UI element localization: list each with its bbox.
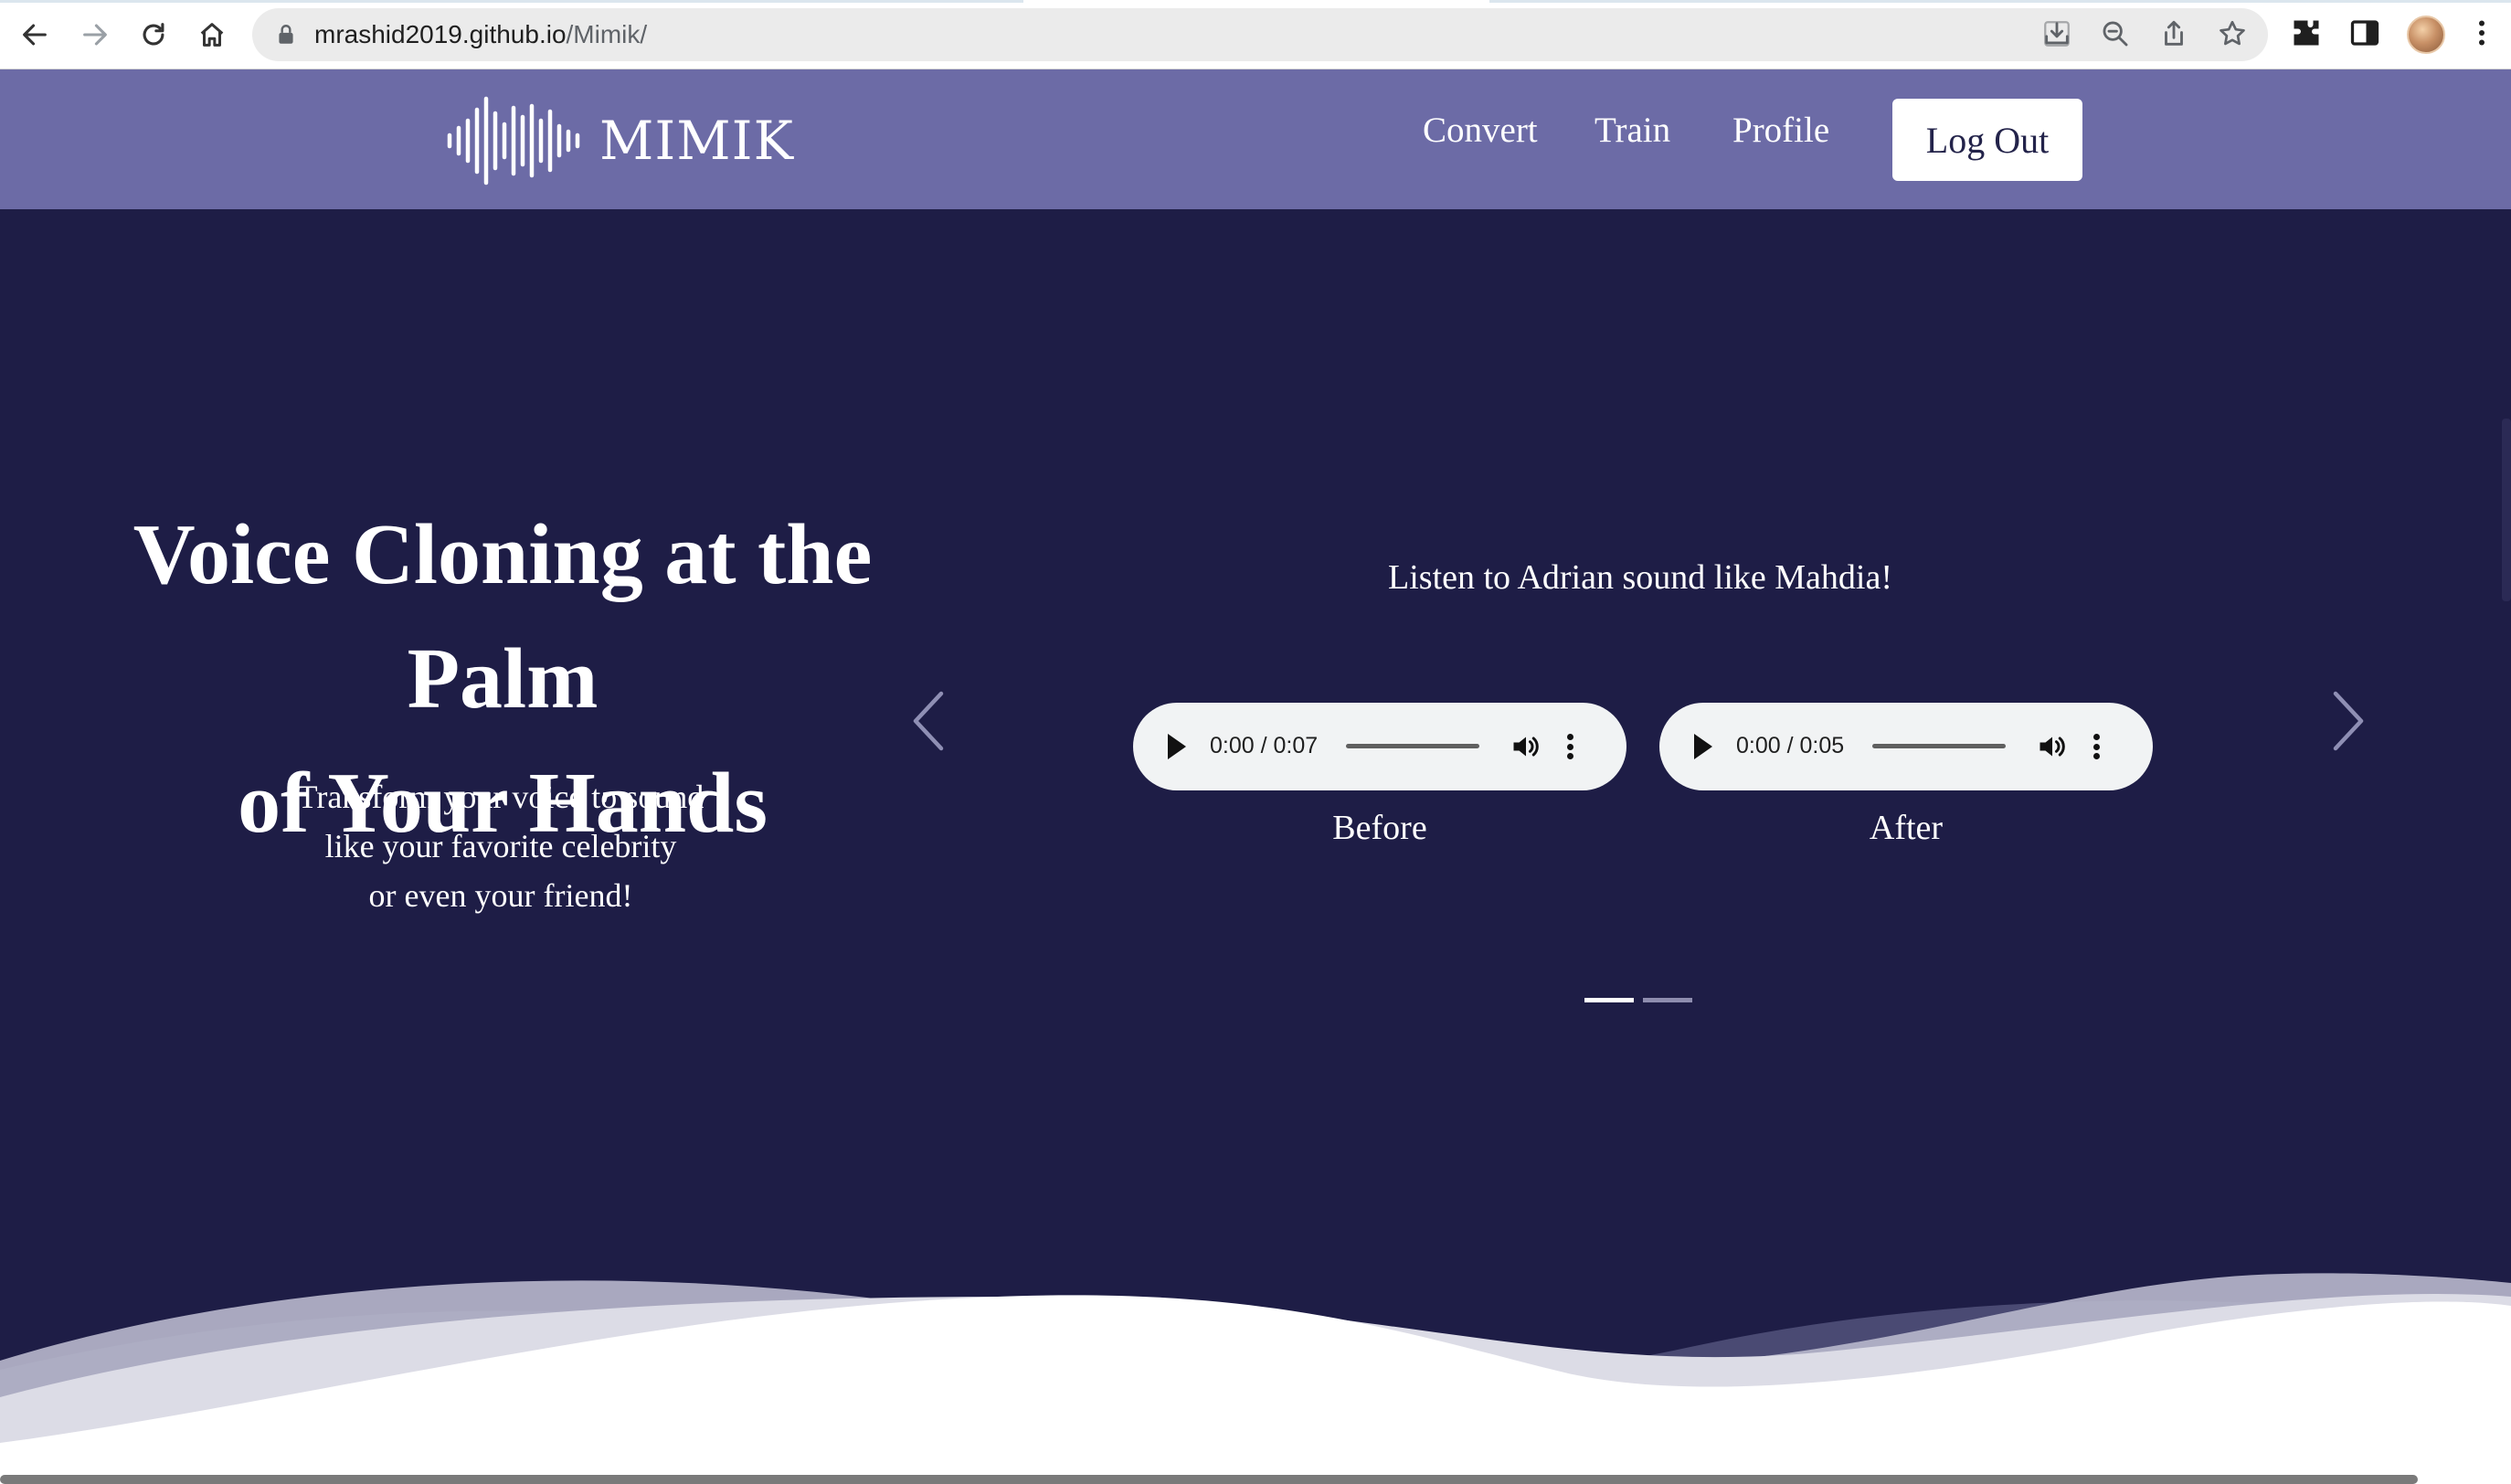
brand-logo[interactable]: MIMIK [446,90,794,192]
seek-bar[interactable] [1346,744,1479,748]
hero-subtext: Transform your voice to sound like your … [227,772,775,920]
subtext-line-2: like your favorite celebrity [324,828,677,864]
play-icon[interactable] [1694,734,1712,759]
audio-player-before[interactable]: 0:00 / 0:07 [1133,703,1626,790]
vertical-scrollbar[interactable] [2502,419,2511,601]
nav-link-train[interactable]: Train [1595,108,1670,154]
side-panel-icon [2350,20,2379,46]
soundwave-logo-icon [447,96,580,186]
logout-button[interactable]: Log Out [1892,99,2082,181]
side-panel-button[interactable] [2348,16,2385,53]
player-menu-icon[interactable] [1561,730,1579,763]
audio-player-after[interactable]: 0:00 / 0:05 [1659,703,2153,790]
volume-icon [2040,737,2065,757]
seek-bar[interactable] [1872,744,2006,748]
tab-strip-edge [0,0,2511,3]
home-icon [200,23,224,47]
subtext-line-1: Transform your voice to sound [297,779,705,815]
url-host: mrashid2019.github.io [314,20,567,48]
time-display: 0:00 / 0:05 [1736,733,1845,758]
subtext-line-3: or even your friend! [368,877,633,914]
carousel-next-button[interactable] [2321,684,2376,758]
extensions-button[interactable] [2290,16,2326,53]
volume-button[interactable] [2036,730,2069,763]
carousel-prev-button[interactable] [901,684,956,758]
reload-button[interactable] [132,13,175,57]
address-bar[interactable]: mrashid2019.github.io/Mimik/ [252,8,2268,61]
lock-icon[interactable] [274,23,298,47]
play-icon[interactable] [1168,734,1186,759]
forward-button[interactable] [73,13,117,57]
volume-button[interactable] [1510,730,1542,763]
time-display: 0:00 / 0:07 [1210,733,1319,758]
player-menu-icon[interactable] [2087,730,2105,763]
forward-icon [83,24,107,46]
browser-menu-button[interactable] [2465,16,2502,53]
carousel-title: Listen to Adrian sound like Mahdia! [1388,558,1892,597]
home-button[interactable] [190,13,234,57]
caption-before: Before [1332,809,1427,847]
headline-line-1: Voice Cloning at the Palm [132,507,873,726]
kebab-menu-icon [2479,20,2485,46]
bookmark-star-icon [2220,20,2245,46]
brand-name: MIMIK [599,110,794,172]
nav-link-profile[interactable]: Profile [1732,108,1829,154]
install-button[interactable] [2041,18,2074,51]
share-button[interactable] [2158,18,2191,51]
reload-icon [143,23,164,46]
share-icon [2165,20,2183,46]
chevron-right-icon [2333,691,2364,751]
site-navbar: MIMIK Convert Train Profile Log Out [0,69,2511,209]
bookmark-button[interactable] [2217,18,2250,51]
caption-after: After [1869,809,1944,847]
back-button[interactable] [13,13,57,57]
extensions-icon [2294,20,2319,46]
carousel-indicator-2[interactable] [1643,998,1692,1002]
hero-section: Voice Cloning at the Palm of Your Hands … [0,209,2511,1484]
horizontal-scrollbar[interactable] [0,1475,2418,1484]
zoom-icon [2103,21,2128,47]
back-icon [23,24,47,46]
url-text[interactable]: mrashid2019.github.io/Mimik/ [314,19,647,50]
nav-link-convert[interactable]: Convert [1423,108,1538,154]
chevron-left-icon [913,691,944,751]
url-path: /Mimik/ [566,20,648,48]
wave-divider [0,1273,2511,1484]
volume-icon [1513,737,1539,757]
zoom-button[interactable] [2100,18,2133,51]
carousel-indicator-1[interactable] [1584,998,1634,1002]
profile-avatar[interactable] [2407,16,2445,54]
browser-toolbar: mrashid2019.github.io/Mimik/ [0,0,2511,69]
install-icon [2044,21,2070,47]
